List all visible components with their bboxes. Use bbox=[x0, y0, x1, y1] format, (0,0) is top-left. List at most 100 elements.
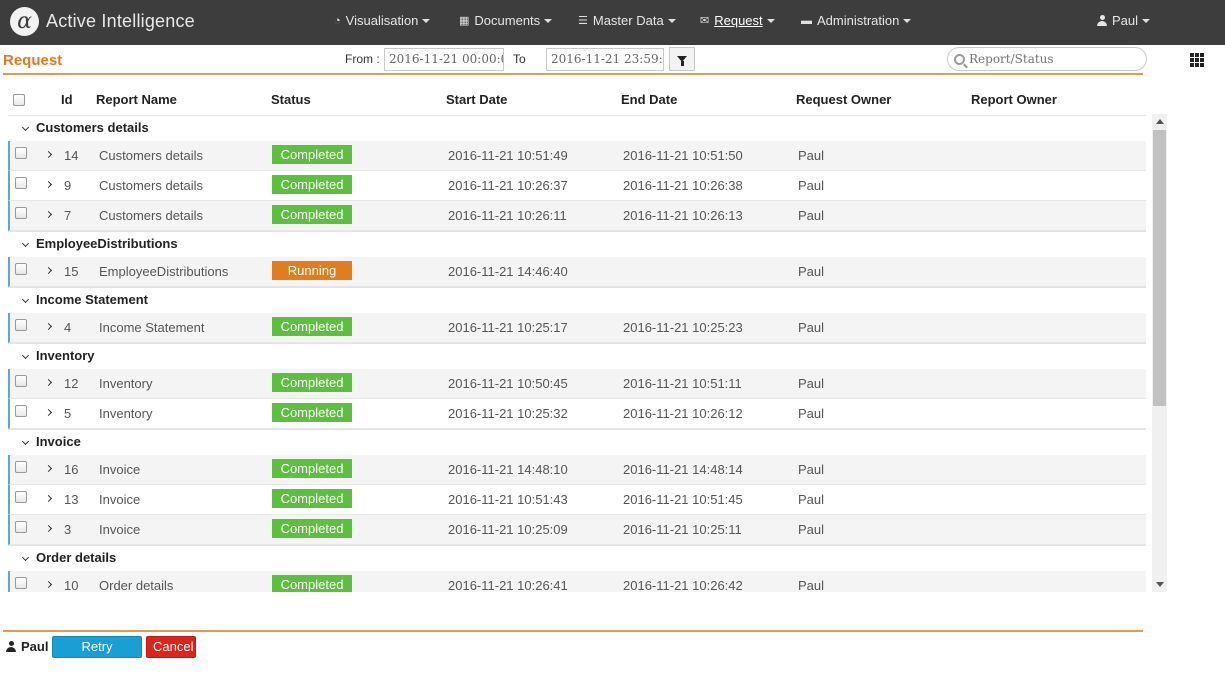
chevron-down-icon[interactable] bbox=[21, 553, 30, 562]
group-row[interactable]: Inventory bbox=[8, 343, 1146, 369]
group-name: EmployeeDistributions bbox=[36, 236, 178, 251]
row-checkbox[interactable] bbox=[15, 207, 27, 219]
chevron-down-icon[interactable] bbox=[21, 239, 30, 248]
cell-id: 13 bbox=[64, 492, 79, 507]
cell-end-date: 2016-11-21 10:26:38 bbox=[623, 178, 743, 193]
table-row[interactable]: 10 Order details 2016-11-21 10:26:41 2016-1… bbox=[8, 571, 1146, 592]
filter-button[interactable] bbox=[669, 47, 695, 71]
cancel-button[interactable]: Cancel bbox=[146, 636, 196, 658]
col-end-date[interactable]: End Date bbox=[621, 92, 677, 107]
chevron-down-icon[interactable] bbox=[21, 351, 30, 360]
chevron-down-icon[interactable] bbox=[21, 295, 30, 304]
envelope-icon: ✉ bbox=[700, 15, 710, 27]
cell-request-owner: Paul bbox=[798, 320, 825, 335]
table-row[interactable]: 9 Customers details 2016-11-21 10:26:37 201… bbox=[8, 171, 1146, 201]
row-checkbox[interactable] bbox=[15, 147, 27, 159]
search-input[interactable] bbox=[969, 52, 1139, 66]
chevron-right-icon[interactable] bbox=[44, 180, 53, 189]
chevron-right-icon[interactable] bbox=[44, 464, 53, 473]
nav-visualisation[interactable]: ◔ Visualisation bbox=[334, 13, 431, 28]
chevron-right-icon[interactable] bbox=[44, 524, 53, 533]
col-report-owner[interactable]: Report Owner bbox=[971, 92, 1057, 107]
cell-request-owner: Paul bbox=[798, 376, 825, 391]
footer-user: Paul bbox=[6, 639, 48, 654]
status-badge: Completed bbox=[272, 175, 352, 194]
col-status[interactable]: Status bbox=[271, 92, 311, 107]
search-box[interactable] bbox=[947, 47, 1147, 71]
col-id[interactable]: Id bbox=[61, 92, 73, 107]
row-checkbox[interactable] bbox=[15, 491, 27, 503]
title-divider bbox=[3, 73, 1143, 75]
scroll-down-icon[interactable] bbox=[1156, 582, 1164, 587]
chevron-right-icon[interactable] bbox=[44, 150, 53, 159]
cell-end-date: 2016-11-21 10:25:23 bbox=[623, 320, 743, 335]
row-checkbox[interactable] bbox=[15, 375, 27, 387]
table-row[interactable]: 14 Customers details 2016-11-21 10:51:49 20… bbox=[8, 141, 1146, 171]
cell-id: 14 bbox=[64, 148, 79, 163]
row-checkbox[interactable] bbox=[15, 521, 27, 533]
row-checkbox[interactable] bbox=[15, 405, 27, 417]
nav-documents[interactable]: ▦ Documents bbox=[459, 13, 553, 28]
group-row[interactable]: Order details bbox=[8, 545, 1146, 571]
chevron-right-icon[interactable] bbox=[44, 210, 53, 219]
cell-request-owner: Paul bbox=[798, 522, 825, 537]
cell-request-owner: Paul bbox=[798, 208, 825, 223]
row-checkbox[interactable] bbox=[15, 263, 27, 275]
col-request-owner[interactable]: Request Owner bbox=[796, 92, 891, 107]
filter-icon bbox=[677, 56, 687, 66]
row-checkbox[interactable] bbox=[15, 177, 27, 189]
nav-master-data[interactable]: ☰ Master Data bbox=[578, 13, 676, 28]
group-row[interactable]: Invoice bbox=[8, 429, 1146, 455]
cell-report-name: Customers details bbox=[99, 148, 204, 163]
status-badge: Running bbox=[272, 261, 352, 280]
from-date-input[interactable]: 2016-11-21 00:00:0 bbox=[384, 48, 504, 71]
table-row[interactable]: 16 Invoice 2016-11-21 14:48:10 2016-11-21 1… bbox=[8, 455, 1146, 485]
table-scrollbar[interactable] bbox=[1152, 114, 1167, 592]
table-row[interactable]: 13 Invoice 2016-11-21 10:51:43 2016-11-21 1… bbox=[8, 485, 1146, 515]
select-all-checkbox[interactable] bbox=[13, 94, 25, 106]
cell-report-name: Customers details bbox=[99, 208, 204, 223]
nav-user-menu[interactable]: Paul bbox=[1097, 13, 1151, 28]
nav-administration[interactable]: ▬ Administration bbox=[801, 13, 912, 28]
from-label: From : bbox=[345, 52, 380, 66]
apps-grid-icon[interactable] bbox=[1190, 53, 1204, 67]
cell-id: 10 bbox=[64, 578, 79, 592]
table-row[interactable]: 12 Inventory 2016-11-21 10:50:45 2016-11-21… bbox=[8, 369, 1146, 399]
scroll-thumb[interactable] bbox=[1153, 130, 1166, 406]
cell-request-owner: Paul bbox=[798, 578, 825, 592]
table-row[interactable]: 7 Customers details 2016-11-21 10:26:11 201… bbox=[8, 201, 1146, 231]
chevron-right-icon[interactable] bbox=[44, 378, 53, 387]
group-row[interactable]: Customers details bbox=[8, 115, 1146, 141]
chevron-right-icon[interactable] bbox=[44, 322, 53, 331]
alpha-logo-icon: α bbox=[10, 7, 39, 36]
caret-down-icon bbox=[422, 18, 431, 23]
retry-request-button[interactable]: Retry Request bbox=[52, 636, 142, 674]
cell-start-date: 2016-11-21 10:51:49 bbox=[448, 148, 568, 163]
scroll-up-icon[interactable] bbox=[1156, 119, 1164, 124]
chevron-right-icon[interactable] bbox=[44, 580, 53, 589]
to-date-input[interactable]: 2016-11-21 23:59:5 bbox=[546, 48, 664, 71]
chevron-down-icon[interactable] bbox=[21, 437, 30, 446]
table-row[interactable]: 4 Income Statement 2016-11-21 10:25:17 2016… bbox=[8, 313, 1146, 343]
row-checkbox[interactable] bbox=[15, 577, 27, 589]
top-navbar: α Active Intelligence ◔ Visualisation ▦ … bbox=[0, 0, 1225, 45]
chevron-right-icon[interactable] bbox=[44, 408, 53, 417]
col-report-name[interactable]: Report Name bbox=[96, 92, 177, 107]
caret-down-icon bbox=[766, 18, 775, 23]
table-row[interactable]: 3 Invoice 2016-11-21 10:25:09 2016-11-21 10… bbox=[8, 515, 1146, 545]
cell-report-name: Invoice bbox=[99, 462, 141, 477]
table-row[interactable]: 15 EmployeeDistributions 2016-11-21 14:46:… bbox=[8, 257, 1146, 287]
chevron-right-icon[interactable] bbox=[44, 266, 53, 275]
row-checkbox[interactable] bbox=[15, 319, 27, 331]
nav-visualisation-label: Visualisation bbox=[345, 13, 419, 28]
group-row[interactable]: EmployeeDistributions bbox=[8, 231, 1146, 257]
col-start-date[interactable]: Start Date bbox=[446, 92, 507, 107]
chevron-down-icon[interactable] bbox=[21, 123, 30, 132]
row-checkbox[interactable] bbox=[15, 461, 27, 473]
group-row[interactable]: Income Statement bbox=[8, 287, 1146, 313]
cell-start-date: 2016-11-21 10:25:09 bbox=[448, 522, 568, 537]
chevron-right-icon[interactable] bbox=[44, 494, 53, 503]
nav-request[interactable]: ✉ Request bbox=[700, 13, 775, 28]
brand[interactable]: α Active Intelligence bbox=[10, 7, 195, 36]
table-row[interactable]: 5 Inventory 2016-11-21 10:25:32 2016-11-21 … bbox=[8, 399, 1146, 429]
